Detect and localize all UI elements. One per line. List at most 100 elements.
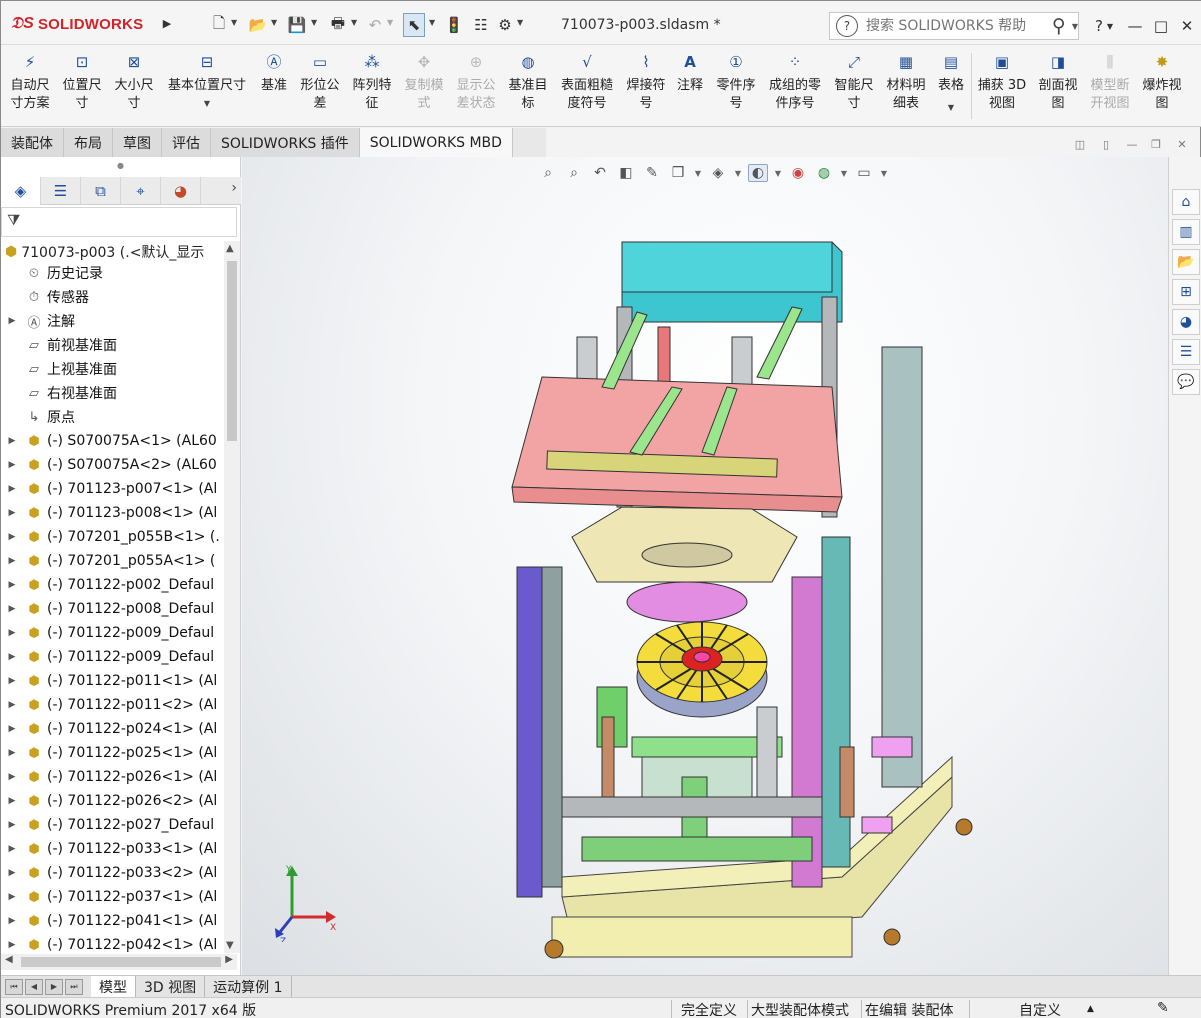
quick-tips-icon[interactable]: ✎ [1157,1000,1169,1016]
edit-appearance-icon[interactable]: ◉ [788,165,808,181]
search-dropdown-icon[interactable]: ▼ [1072,22,1078,31]
tree-item[interactable]: ▶ ⬢ (-) 701122-p033<1> (Al [1,837,223,861]
section-view-icon[interactable]: ◧ [616,165,636,181]
dimxpertmanager-tab-icon[interactable]: ⌖ [121,177,161,205]
tree-item[interactable]: ▶ ⬢ (-) 701122-p025<1> (Al [1,741,223,765]
select-icon[interactable]: ⬉ [403,13,425,37]
help-search[interactable]: ? ⚲ ▼ [829,12,1079,40]
expand-arrow-icon[interactable]: ▶ [5,484,19,494]
options-dropdown-icon[interactable]: ▼ [517,18,523,27]
tree-item[interactable]: ↳ 原点 [1,405,223,429]
tree-item[interactable]: ▱ 右视基准面 [1,381,223,405]
tab-addins[interactable]: SOLIDWORKS 插件 [211,128,360,157]
save-dropdown-icon[interactable]: ▼ [311,18,317,27]
hide-show-dropdown-icon[interactable]: ▼ [774,169,782,178]
expand-arrow-icon[interactable]: ▶ [5,508,19,518]
solidworks-logo[interactable]: 𝔇S SOLIDWORKS [11,10,156,38]
options-icon[interactable]: ⚙ [495,13,515,37]
view-settings-dropdown-icon[interactable]: ▼ [880,169,888,178]
copy-scheme-button[interactable]: ✥ 复制模 式 [399,51,449,123]
model-break-view-button[interactable]: ⫼ 模型断 开视图 [1085,51,1135,123]
tree-item[interactable]: ⏲ 历史记录 [1,261,223,285]
minimize-button[interactable]: — [1123,15,1147,37]
units-dropdown-icon[interactable]: ▲ [1087,1004,1094,1014]
tree-item[interactable]: ▶ ⬢ (-) 701123-p008<1> (Al [1,501,223,525]
new-dropdown-icon[interactable]: ▼ [231,18,237,27]
hscroll-thumb[interactable] [21,957,221,967]
scroll-right-icon[interactable]: ▶ [225,954,233,965]
geometric-tolerance-button[interactable]: ▭ 形位公 差 [295,51,345,123]
scroll-left-icon[interactable]: ◀ [5,954,13,965]
view-settings-icon[interactable]: ▭ [854,165,874,181]
first-tab-icon[interactable]: ⏮ [5,978,23,995]
tree-item[interactable]: ▶ ⬢ (-) 701122-p009_Defaul [1,645,223,669]
tree-item[interactable]: ▶ ⬢ (-) 701122-p011<2> (Al [1,693,223,717]
tree-item[interactable]: ▱ 前视基准面 [1,333,223,357]
assembly-model-render[interactable] [502,237,1002,975]
previous-view-icon[interactable]: ↶ [590,165,610,181]
expand-arrow-icon[interactable]: ▶ [5,700,19,710]
doc-minimize-icon[interactable]: — [1123,136,1141,152]
tree-horizontal-scrollbar[interactable]: ◀ ▶ [1,954,237,970]
tree-item[interactable]: ▶ ⬢ (-) 707201_p055A<1> ( [1,549,223,573]
balloon-button[interactable]: ① 零件序 号 [711,51,761,123]
expand-arrow-icon[interactable]: ▶ [5,748,19,758]
tab-evaluate[interactable]: 评估 [162,128,211,157]
expand-arrow-icon[interactable]: ▶ [5,604,19,614]
tree-filter-box[interactable] [1,207,237,237]
configurationmanager-tab-icon[interactable]: ⧉ [81,177,121,205]
expand-arrow-icon[interactable]: ▶ [5,820,19,830]
expand-arrow-icon[interactable]: ▶ [5,556,19,566]
displaymanager-tab-icon[interactable]: ◕ [161,177,201,205]
print-icon[interactable]: 🖶 [327,13,349,37]
tab-assembly[interactable]: 装配体 [1,128,64,157]
display-style-icon[interactable]: ◈ [708,165,728,181]
tree-item[interactable]: ▶ ⬢ (-) 701122-p002_Defaul [1,573,223,597]
table-dropdown-icon[interactable]: ▼ [948,99,954,117]
undo-dropdown-icon[interactable]: ▼ [387,18,393,27]
view-palette-icon[interactable]: ⊞ [1172,279,1200,305]
display-style-dropdown-icon[interactable]: ▼ [734,169,742,178]
auto-dimension-button[interactable]: ⚡ 自动尺 寸方案 [5,51,55,123]
tree-item[interactable]: ▶ ⬢ (-) 701122-p008_Defaul [1,597,223,621]
open-icon[interactable]: 📂 [247,13,269,37]
expand-arrow-icon[interactable]: ▶ [5,868,19,878]
size-dimension-button[interactable]: ⊠ 大小尺 寸 [109,51,159,123]
datum-target-button[interactable]: ◍ 基准目 标 [503,51,553,123]
tree-item[interactable]: ▶ ⬢ (-) 701122-p009_Defaul [1,621,223,645]
tab-3d-views[interactable]: 3D 视图 [136,976,206,997]
panel-grip-icon[interactable]: ● [117,161,124,170]
prev-tab-icon[interactable]: ◀ [25,978,43,995]
hide-show-items-icon[interactable]: ◐ [748,164,768,182]
select-dropdown-icon[interactable]: ▼ [429,18,435,27]
file-properties-icon[interactable]: ☷ [471,13,491,37]
tree-item[interactable]: ▶ ⬢ (-) S070075A<2> (AL60 [1,453,223,477]
expand-arrow-icon[interactable]: ▶ [5,652,19,662]
expand-arrow-icon[interactable]: ▶ [5,772,19,782]
status-units[interactable]: 自定义 [1019,1000,1061,1018]
appearances-icon[interactable]: ◕ [1172,309,1200,335]
bom-button[interactable]: ▦ 材料明 细表 [881,51,931,123]
tree-item[interactable]: ▶ Ⓐ 注解 [1,309,223,333]
tree-root-assembly[interactable]: ⬢ 710073-p003 (.<默认_显示 [5,241,237,263]
tree-item[interactable]: ▶ ⬢ (-) 701123-p007<1> (Al [1,477,223,501]
tree-item[interactable]: ▶ ⬢ (-) 701122-p037<1> (Al [1,885,223,909]
tab-sketch[interactable]: 草图 [113,128,162,157]
surface-finish-button[interactable]: √ 表面粗糙 度符号 [555,51,619,123]
next-tab-icon[interactable]: ▶ [45,978,63,995]
tab-mbd[interactable]: SOLIDWORKS MBD [359,128,513,157]
tab-model[interactable]: 模型 [91,976,136,997]
tab-motion-study[interactable]: 运动算例 1 [205,976,292,997]
tree-item[interactable]: ▶ ⬢ (-) 701122-p024<1> (Al [1,717,223,741]
tree-vertical-scrollbar[interactable]: ▲ ▼ [224,241,240,953]
tree-item[interactable]: ▶ ⬢ (-) 701122-p027_Defaul [1,813,223,837]
basic-location-dimension-button[interactable]: ⊟ 基本位置尺寸 ▼ [163,51,251,123]
tree-item[interactable]: ⏱ 传感器 [1,285,223,309]
expand-arrow-icon[interactable]: ▶ [5,676,19,686]
zoom-to-area-icon[interactable]: ⌕ [564,165,584,181]
last-tab-icon[interactable]: ⏭ [65,978,83,995]
tree-item[interactable]: ▶ ⬢ (-) 701122-p026<2> (Al [1,789,223,813]
expand-arrow-icon[interactable]: ▶ [5,580,19,590]
expand-arrow-icon[interactable]: ▶ [5,844,19,854]
scroll-thumb[interactable] [227,261,237,441]
